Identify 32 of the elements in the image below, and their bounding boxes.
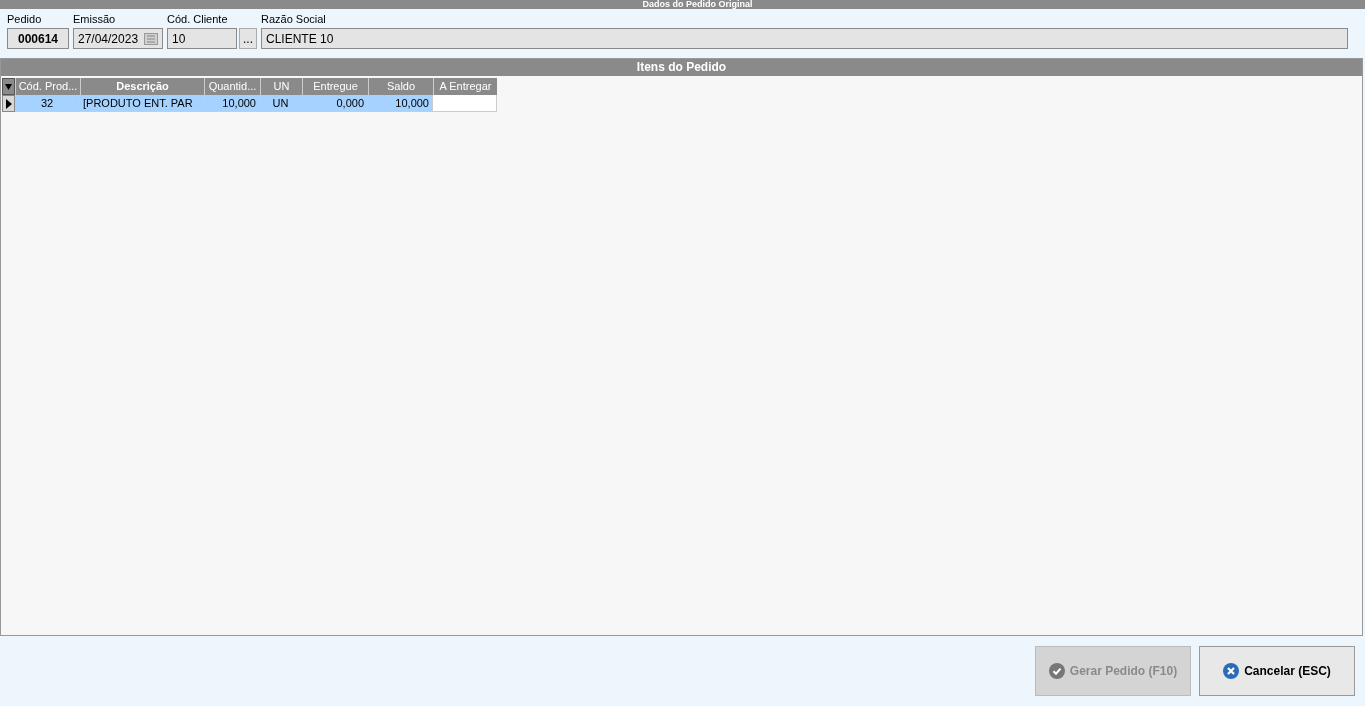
- column-header[interactable]: Quantid...: [204, 78, 260, 95]
- table-cell: [433, 95, 497, 112]
- client-code-field[interactable]: 10: [167, 28, 237, 49]
- table-cell: 0,000: [302, 95, 368, 112]
- cancel-button[interactable]: Cancelar (ESC): [1199, 646, 1355, 696]
- section-header: Itens do Pedido: [1, 59, 1362, 76]
- date-value: 27/04/2023: [78, 30, 139, 48]
- field-label: Pedido: [7, 12, 43, 26]
- order-number-field[interactable]: 000614: [7, 28, 69, 49]
- field-label: Razão Social: [261, 12, 327, 26]
- date-field[interactable]: 27/04/2023: [73, 28, 163, 49]
- lookup-button[interactable]: ...: [239, 28, 257, 49]
- column-header[interactable]: Descrição: [80, 78, 204, 95]
- close-icon: [1223, 663, 1240, 679]
- row-pointer-icon: [5, 98, 12, 109]
- table-cell: 10,000: [204, 95, 260, 112]
- checkmark-icon: [1048, 663, 1065, 679]
- column-header[interactable]: UN: [260, 78, 302, 95]
- field-label: Emissão: [73, 12, 117, 26]
- column-header[interactable]: Saldo: [368, 78, 433, 95]
- row-indicator[interactable]: [2, 95, 15, 112]
- section-header: Dados do Pedido Original: [0, 0, 1365, 9]
- table-cell: UN: [260, 95, 302, 112]
- company-name-field[interactable]: CLIENTE 10: [261, 28, 1348, 49]
- column-header[interactable]: Cód. Prod...: [15, 78, 80, 95]
- table-cell: 10,000: [368, 95, 433, 112]
- column-header[interactable]: A Entregar: [433, 78, 497, 95]
- table-cell: 32: [15, 95, 80, 112]
- column-menu-icon[interactable]: [2, 78, 15, 95]
- field-label: Cód. Cliente: [167, 12, 229, 26]
- column-header[interactable]: Entregue: [302, 78, 368, 95]
- table-cell: [PRODUTO ENT. PAR: [80, 95, 204, 112]
